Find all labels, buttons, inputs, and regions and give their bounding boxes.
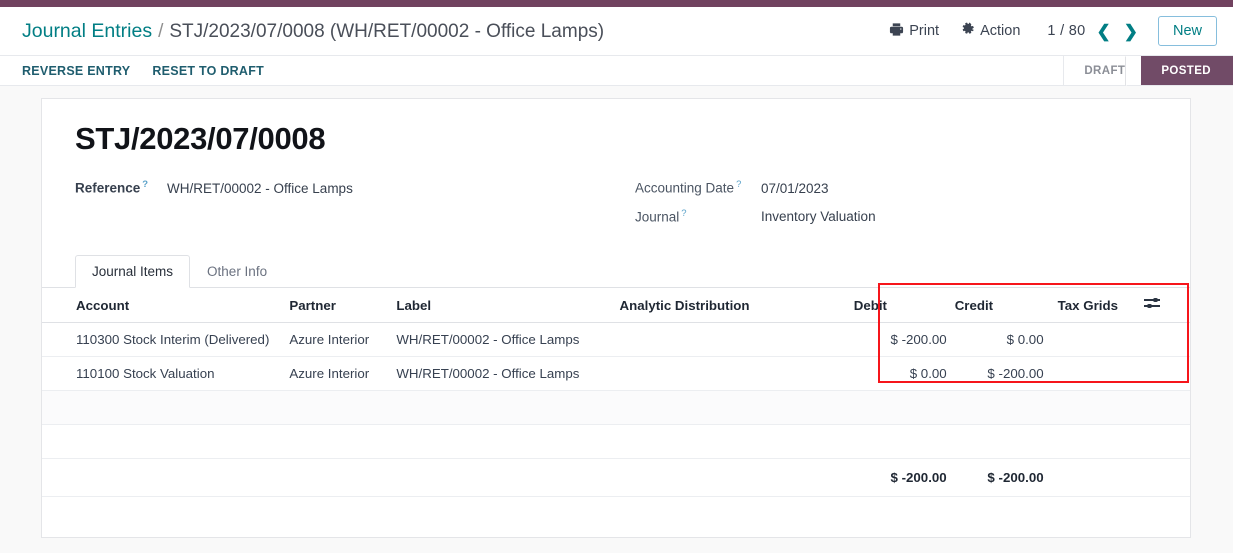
- table-row-empty: [42, 424, 1190, 459]
- new-button[interactable]: New: [1157, 16, 1217, 46]
- cell-spacer: [1144, 356, 1190, 391]
- print-button[interactable]: Print: [878, 17, 950, 46]
- cell-account[interactable]: 110300 Stock Interim (Delivered): [42, 322, 290, 357]
- field-accounting-date-value[interactable]: 07/01/2023: [761, 181, 829, 196]
- total-debit: $ -200.00: [853, 458, 955, 497]
- gear-icon: [961, 22, 975, 40]
- cell-debit[interactable]: $ -200.00: [853, 322, 955, 357]
- cell-spacer: [1144, 322, 1190, 357]
- field-accounting-date-label: Accounting Date?: [635, 179, 742, 196]
- chevron-left-icon[interactable]: ❮: [1094, 23, 1112, 40]
- control-panel-top: Journal Entries / STJ/2023/07/0008 (WH/R…: [0, 7, 1233, 56]
- table-head: Account Partner Label Analytic Distribut…: [42, 288, 1190, 323]
- cell-debit[interactable]: $ 0.00: [853, 356, 955, 391]
- field-reference-label: Reference?: [75, 179, 149, 196]
- control-panel-bottom: REVERSE ENTRY RESET TO DRAFT DRAFT POSTE…: [0, 56, 1233, 86]
- cell-account[interactable]: 110100 Stock Valuation: [42, 356, 290, 391]
- status-bar: DRAFT POSTED: [1063, 56, 1233, 86]
- cell-partner[interactable]: Azure Interior: [289, 356, 397, 391]
- chevron-right-icon[interactable]: ❯: [1122, 23, 1140, 40]
- table-row-empty: [42, 390, 1190, 425]
- top-brand-strip: [0, 0, 1233, 7]
- record-sheet: STJ/2023/07/0008 Reference? WH/RET/00002…: [41, 98, 1191, 538]
- pager-value: 1 / 80: [1047, 23, 1086, 39]
- control-panel-actions: Print Action 1 / 80 ❮ ❯ New: [878, 16, 1217, 46]
- cell-partner[interactable]: Azure Interior: [289, 322, 397, 357]
- total-credit: $ -200.00: [954, 458, 1052, 497]
- field-journal-label: Journal?: [635, 207, 687, 225]
- field-accounting-date: Accounting Date? 07/01/2023: [635, 179, 1158, 196]
- field-group-left: Reference? WH/RET/00002 - Office Lamps: [75, 179, 635, 236]
- cell-label[interactable]: WH/RET/00002 - Office Lamps: [396, 322, 620, 357]
- notebook-tabs: Journal Items Other Info: [42, 254, 1190, 288]
- reverse-entry-button[interactable]: REVERSE ENTRY: [22, 64, 130, 78]
- help-icon[interactable]: ?: [681, 208, 686, 219]
- record-action-buttons: REVERSE ENTRY RESET TO DRAFT: [0, 56, 264, 85]
- cell-credit[interactable]: $ 0.00: [954, 322, 1052, 357]
- journal-items-table: Account Partner Label Analytic Distribut…: [42, 288, 1190, 497]
- cell-credit[interactable]: $ -200.00: [954, 356, 1052, 391]
- column-header-debit[interactable]: Debit: [853, 288, 955, 323]
- printer-icon: [889, 22, 904, 41]
- column-header-label[interactable]: Label: [396, 288, 620, 323]
- breadcrumb-root-link[interactable]: Journal Entries: [22, 20, 152, 43]
- status-badge-posted[interactable]: POSTED: [1125, 56, 1233, 86]
- action-label: Action: [980, 23, 1021, 39]
- notebook: Journal Items Other Info Account Partner…: [42, 254, 1190, 497]
- table-totals-row: $ -200.00 $ -200.00: [42, 458, 1190, 497]
- table-row[interactable]: 110300 Stock Interim (Delivered) Azure I…: [42, 322, 1190, 357]
- cell-analytic[interactable]: [619, 356, 854, 391]
- field-journal-value[interactable]: Inventory Valuation: [761, 209, 876, 224]
- cell-tax-grids[interactable]: [1051, 356, 1145, 391]
- journal-items-table-wrapper: Account Partner Label Analytic Distribut…: [42, 288, 1190, 497]
- page-title: STJ/2023/07/0008: [75, 121, 326, 156]
- print-label: Print: [909, 23, 940, 39]
- help-icon[interactable]: ?: [142, 179, 148, 190]
- field-group-right: Accounting Date? 07/01/2023 Journal? Inv…: [635, 179, 1158, 236]
- cell-label[interactable]: WH/RET/00002 - Office Lamps: [396, 356, 620, 391]
- reset-to-draft-button[interactable]: RESET TO DRAFT: [152, 64, 264, 78]
- table-body: 110300 Stock Interim (Delivered) Azure I…: [42, 322, 1190, 497]
- help-icon[interactable]: ?: [736, 179, 741, 190]
- table-row[interactable]: 110100 Stock Valuation Azure Interior WH…: [42, 356, 1190, 391]
- breadcrumb: Journal Entries / STJ/2023/07/0008 (WH/R…: [22, 20, 604, 43]
- action-button[interactable]: Action: [950, 17, 1031, 45]
- field-reference-value[interactable]: WH/RET/00002 - Office Lamps: [167, 181, 353, 196]
- breadcrumb-current: STJ/2023/07/0008 (WH/RET/00002 - Office …: [169, 20, 605, 42]
- odoo-journal-entry-form: Journal Entries / STJ/2023/07/0008 (WH/R…: [0, 0, 1233, 553]
- table-header-row: Account Partner Label Analytic Distribut…: [42, 288, 1190, 323]
- tab-journal-items[interactable]: Journal Items: [75, 255, 191, 288]
- column-header-credit[interactable]: Credit: [954, 288, 1052, 323]
- pager: 1 / 80 ❮ ❯: [1047, 23, 1140, 40]
- column-header-tax-grids[interactable]: Tax Grids: [1051, 288, 1145, 323]
- column-header-account[interactable]: Account: [42, 288, 290, 323]
- sheet-background: STJ/2023/07/0008 Reference? WH/RET/00002…: [0, 86, 1233, 552]
- optional-columns-toggle[interactable]: [1144, 288, 1190, 323]
- cell-analytic[interactable]: [619, 322, 854, 357]
- field-reference: Reference? WH/RET/00002 - Office Lamps: [75, 179, 635, 196]
- sliders-icon: [1144, 297, 1161, 310]
- breadcrumb-separator: /: [158, 20, 164, 42]
- field-journal: Journal? Inventory Valuation: [635, 208, 1158, 225]
- field-groups: Reference? WH/RET/00002 - Office Lamps A…: [75, 179, 1158, 236]
- column-header-analytic-distribution[interactable]: Analytic Distribution: [619, 288, 854, 323]
- column-header-partner[interactable]: Partner: [289, 288, 397, 323]
- tab-other-info[interactable]: Other Info: [190, 255, 284, 288]
- cell-tax-grids[interactable]: [1051, 322, 1145, 357]
